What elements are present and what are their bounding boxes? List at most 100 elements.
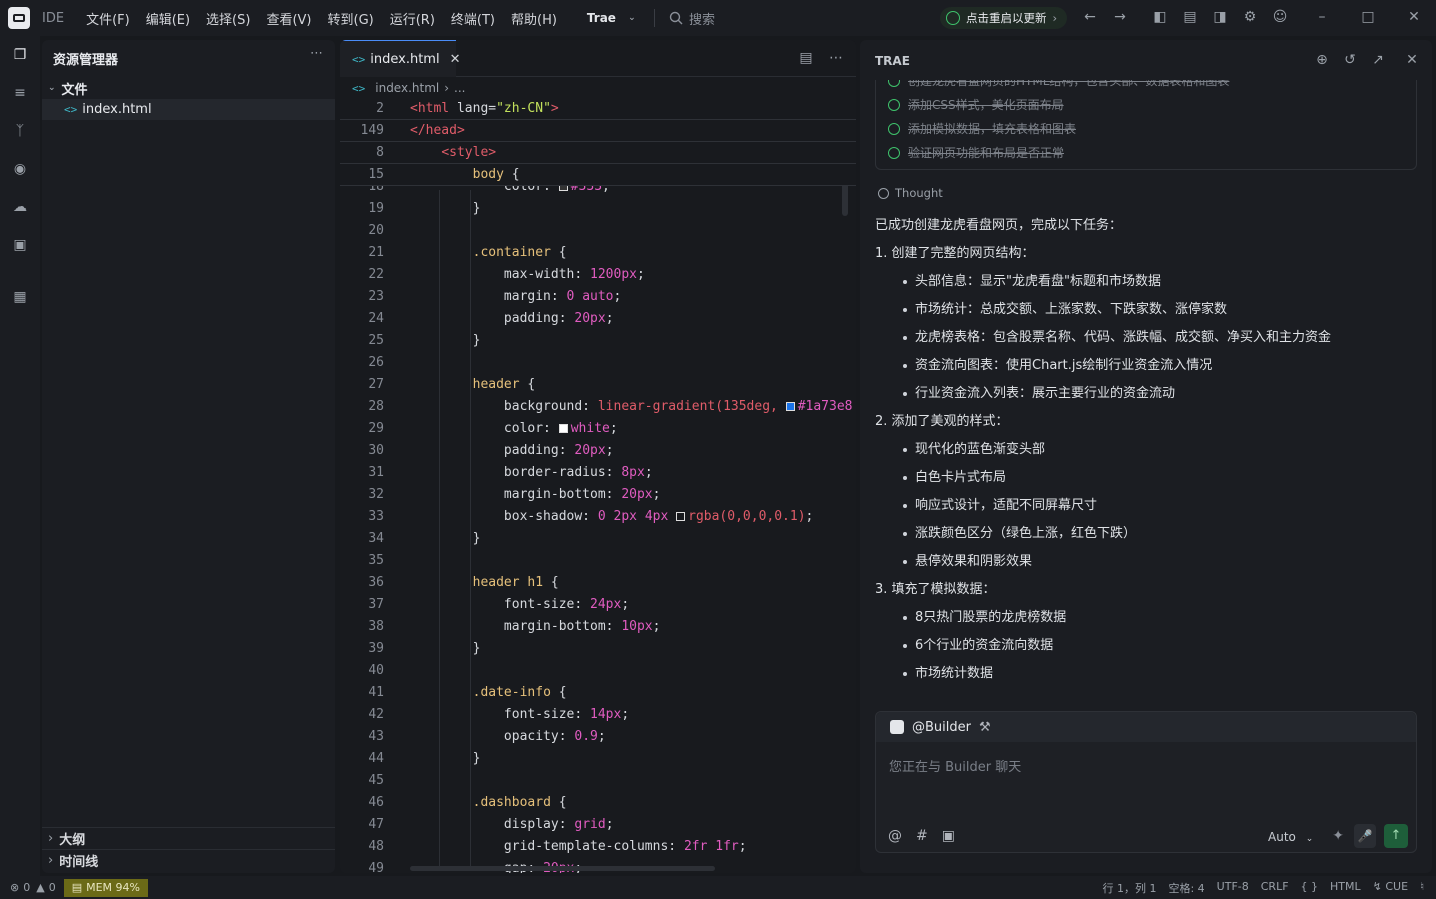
code-line[interactable]: 35 xyxy=(340,550,856,572)
menu-help[interactable]: 帮助(H) xyxy=(511,9,557,28)
menu-run[interactable]: 运行(R) xyxy=(390,9,435,28)
hash-icon[interactable]: # xyxy=(916,828,928,844)
code-line[interactable]: 15 body { xyxy=(340,164,856,186)
forward-arrow-icon[interactable]: → xyxy=(1112,9,1128,25)
code-line[interactable]: 37 font-size: 24px; xyxy=(340,594,856,616)
menu-terminal[interactable]: 终端(T) xyxy=(451,9,495,28)
error-count[interactable]: 0 xyxy=(23,881,30,894)
code-line[interactable]: 30 padding: 20px; xyxy=(340,440,856,462)
more-icon[interactable]: ⋯ xyxy=(310,46,323,61)
close-icon[interactable]: ✕ xyxy=(1406,9,1422,25)
more-icon[interactable]: ⋯ xyxy=(828,50,844,66)
code-line[interactable]: 8 <style> xyxy=(340,142,856,164)
code-line[interactable]: 33 box-shadow: 0 2px 4px rgba(0,0,0,0.1)… xyxy=(340,506,856,528)
code-line[interactable]: 28 background: linear-gradient(135deg, #… xyxy=(340,396,856,418)
warning-icon[interactable]: ▲ xyxy=(36,881,44,894)
file-row-index[interactable]: <> index.html xyxy=(42,99,335,120)
explorer-activity[interactable]: ❐ xyxy=(0,36,40,74)
code-line[interactable]: 38 margin-bottom: 10px; xyxy=(340,616,856,638)
encoding[interactable]: UTF-8 xyxy=(1217,880,1249,896)
tab-index-html[interactable]: <> index.html ✕ xyxy=(340,40,460,77)
toggle-left-panel-icon[interactable]: ◧ xyxy=(1152,9,1168,25)
code-line[interactable]: 2 <html lang="zh-CN"> xyxy=(340,98,856,120)
maximize-icon[interactable]: □ xyxy=(1360,9,1376,25)
indentation[interactable]: 空格: 4 xyxy=(1168,880,1204,896)
code-area[interactable]: 2 <html lang="zh-CN"> 149 </head> 8 <style> 1… xyxy=(340,98,856,873)
tools-icon[interactable]: ⚒ xyxy=(979,720,991,735)
line-ending[interactable]: CRLF xyxy=(1261,880,1289,896)
cursor-position[interactable]: 行 1，列 1 xyxy=(1102,880,1156,896)
breadcrumb-file[interactable]: index.html xyxy=(375,81,439,95)
remote-activity[interactable]: ▣ xyxy=(0,226,40,264)
code-line[interactable]: 32 margin-bottom: 20px; xyxy=(340,484,856,506)
toggle-bottom-panel-icon[interactable]: ▤ xyxy=(1182,9,1198,25)
error-icon[interactable]: ⊗ xyxy=(10,881,19,894)
code-line[interactable]: 43 opacity: 0.9; xyxy=(340,726,856,748)
account-icon[interactable]: ☺ xyxy=(1272,9,1288,25)
split-editor-icon[interactable]: ▤ xyxy=(798,50,814,66)
code-line[interactable]: 27 header { xyxy=(340,374,856,396)
menu-file[interactable]: 文件(F) xyxy=(86,9,130,28)
folder-row[interactable]: ⌄ 文件 xyxy=(42,78,335,98)
code-line[interactable]: 19 } xyxy=(340,198,856,220)
new-chat-icon[interactable]: ⊕ xyxy=(1314,52,1330,68)
code-line[interactable]: 25 } xyxy=(340,330,856,352)
search-box[interactable]: 搜索 xyxy=(669,9,715,28)
bell-icon[interactable]: ♮ xyxy=(1420,880,1424,896)
code-line[interactable]: 26 xyxy=(340,352,856,374)
restart-update-button[interactable]: 点击重启以更新 › xyxy=(940,7,1068,29)
code-line[interactable]: 46 .dashboard { xyxy=(340,792,856,814)
debug-activity[interactable]: ☁ xyxy=(0,188,40,226)
menu-go[interactable]: 转到(G) xyxy=(328,9,374,28)
breadcrumb-more[interactable]: ... xyxy=(454,81,465,95)
product-dropdown[interactable]: Trae ⌄ xyxy=(587,10,640,26)
code-line[interactable]: 21 .container { xyxy=(340,242,856,264)
gear-icon[interactable]: ⚙ xyxy=(1242,9,1258,25)
outline-section[interactable]: › 大纲 xyxy=(42,827,335,849)
warning-count[interactable]: 0 xyxy=(49,881,56,894)
mic-button[interactable]: 🎤 xyxy=(1354,824,1376,848)
builder-label[interactable]: @Builder xyxy=(912,720,971,735)
code-line[interactable]: 47 display: grid; xyxy=(340,814,856,836)
code-line[interactable]: 149 </head> xyxy=(340,120,856,142)
image-icon[interactable]: ▣ xyxy=(942,828,955,844)
tab-close-icon[interactable]: ✕ xyxy=(450,52,461,67)
menu-view[interactable]: 查看(V) xyxy=(266,9,311,28)
history-icon[interactable]: ↺ xyxy=(1342,52,1358,68)
back-arrow-icon[interactable]: ← xyxy=(1082,9,1098,25)
code-line[interactable]: 29 color: white; xyxy=(340,418,856,440)
close-icon[interactable]: ✕ xyxy=(1404,52,1420,68)
menu-edit[interactable]: 编辑(E) xyxy=(146,9,190,28)
code-line[interactable]: 39 } xyxy=(340,638,856,660)
source-control-activity[interactable]: ᛉ xyxy=(0,112,40,150)
code-line[interactable]: 20 xyxy=(340,220,856,242)
cue-indicator[interactable]: ↯ CUE xyxy=(1373,880,1408,896)
code-line[interactable]: 36 header h1 { xyxy=(340,572,856,594)
code-line[interactable]: 40 xyxy=(340,660,856,682)
braces-indicator[interactable]: { } xyxy=(1301,880,1319,896)
memory-indicator[interactable]: ▤ MEM 94% xyxy=(63,878,148,897)
sparkle-icon[interactable]: ✦ xyxy=(1332,828,1344,844)
code-line[interactable]: 41 .date-info { xyxy=(340,682,856,704)
code-line[interactable]: 48 grid-template-columns: 2fr 1fr; xyxy=(340,836,856,858)
code-line[interactable]: 23 margin: 0 auto; xyxy=(340,286,856,308)
send-button[interactable]: ↑ xyxy=(1384,824,1408,848)
code-line[interactable]: 31 border-radius: 8px; xyxy=(340,462,856,484)
minimize-icon[interactable]: – xyxy=(1314,9,1330,25)
menu-selection[interactable]: 选择(S) xyxy=(206,9,250,28)
search-activity[interactable]: ≡ xyxy=(0,74,40,112)
code-line[interactable]: 24 padding: 20px; xyxy=(340,308,856,330)
code-line[interactable]: 22 max-width: 1200px; xyxy=(340,264,856,286)
open-external-icon[interactable]: ↗ xyxy=(1370,52,1386,68)
thought-toggle[interactable]: Thought xyxy=(878,186,943,200)
horizontal-scrollbar[interactable] xyxy=(410,866,715,871)
extensions-activity[interactable]: ▦ xyxy=(0,278,40,316)
code-line[interactable]: 42 font-size: 14px; xyxy=(340,704,856,726)
chat-input[interactable]: 您正在与 Builder 聊天 xyxy=(889,756,1021,775)
language-mode[interactable]: HTML xyxy=(1330,880,1361,896)
code-line[interactable]: 44 } xyxy=(340,748,856,770)
toggle-right-panel-icon[interactable]: ◨ xyxy=(1212,9,1228,25)
mention-icon[interactable]: @ xyxy=(888,828,902,844)
model-select[interactable]: Auto ⌄ xyxy=(1268,830,1313,844)
preview-activity[interactable]: ◉ xyxy=(0,150,40,188)
